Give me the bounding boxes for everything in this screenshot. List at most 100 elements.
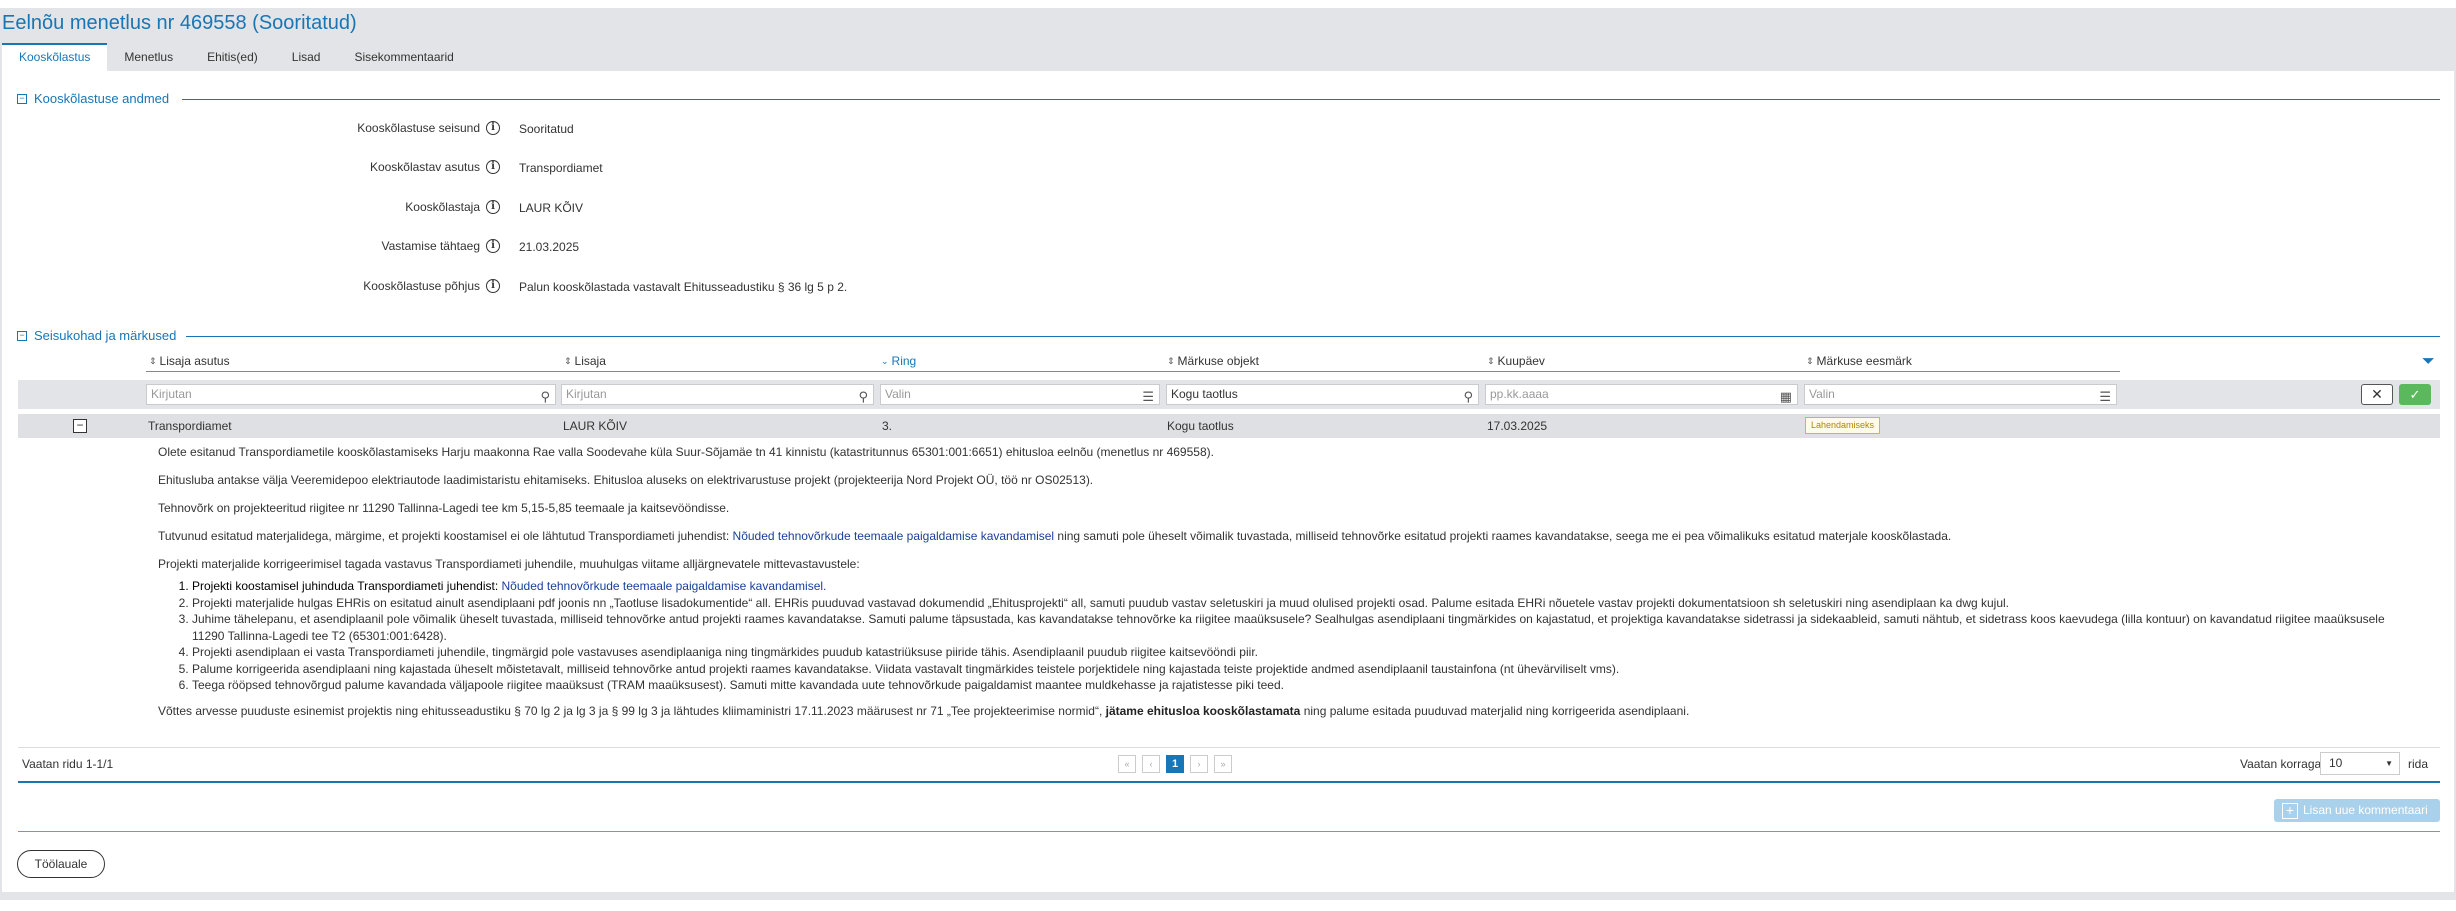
list-item: Projekti asendiplaan ei vasta Transpordi… <box>192 644 2398 661</box>
remarks-section-title: Seisukohad ja märkused <box>34 328 177 343</box>
table-row[interactable]: − Transpordiamet LAUR KÕIV 3. Kogu taotl… <box>18 414 2440 438</box>
column-header-markuse-objekt[interactable]: ⇕ Märkuse objekt <box>1167 354 1259 368</box>
prev-page-button[interactable]: ‹ <box>1142 755 1160 773</box>
comment-paragraph: Olete esitanud Transpordiametile kooskõl… <box>158 445 1214 459</box>
field-label-asutus: Kooskõlastav asutus i <box>100 160 500 174</box>
list-icon[interactable]: ☰ <box>1142 387 1154 406</box>
comment-paragraph: Tutvunud esitatud materjalidega, märgime… <box>158 529 1952 543</box>
page-title: Eelnõu menetlus nr 469558 (Sooritatud) <box>2 12 357 34</box>
close-icon: ✕ <box>2371 386 2383 402</box>
list-item: Projekti koostamisel juhinduda Transpord… <box>192 578 2398 595</box>
guideline-link[interactable]: Nõuded tehnovõrkude teemaale paigaldamis… <box>502 579 827 593</box>
tab-bar: Kooskõlastus Menetlus Ehitis(ed) Lisad S… <box>2 43 471 71</box>
comment-paragraph: Tehnovõrk on projekteeritud riigitee nr … <box>158 501 730 515</box>
back-to-dashboard-button[interactable]: Töölauale <box>17 850 105 878</box>
page-button-current[interactable]: 1 <box>1166 755 1184 773</box>
sort-icon: ⇕ <box>149 355 157 366</box>
chevron-down-icon: ▼ <box>2385 759 2393 768</box>
per-page-suffix: rida <box>2408 757 2429 771</box>
sort-icon: ⇕ <box>1806 355 1814 366</box>
apply-filters-button[interactable]: ✓ <box>2399 384 2431 405</box>
details-section-title: Kooskõlastuse andmed <box>34 91 170 106</box>
comment-paragraph: Projekti materjalide korrigeerimisel tag… <box>158 557 860 571</box>
filter-markuse-eesmark[interactable]: Valin ☰ <box>1804 384 2117 405</box>
cell-ring: 3. <box>882 419 893 433</box>
first-page-button[interactable]: « <box>1118 755 1136 773</box>
sort-icon: ⇕ <box>1167 355 1175 366</box>
remarks-section-header[interactable]: − Seisukohad ja märkused <box>17 328 176 343</box>
next-page-button[interactable]: › <box>1190 755 1208 773</box>
sort-icon: ⇕ <box>564 355 572 366</box>
info-icon[interactable]: i <box>486 239 500 253</box>
details-section-header[interactable]: − Kooskõlastuse andmed <box>17 91 169 106</box>
footer-rule <box>18 831 2440 832</box>
calendar-icon[interactable]: ▦ <box>1780 387 1792 406</box>
search-icon[interactable]: ⚲ <box>858 387 868 406</box>
filter-lisaja[interactable]: Kirjutan ⚲ <box>561 384 874 405</box>
pager-divider <box>18 747 2440 748</box>
cell-lisaja: LAUR KÕIV <box>563 419 628 433</box>
filter-ring[interactable]: Valin ☰ <box>880 384 1160 405</box>
collapse-icon[interactable]: − <box>17 93 27 104</box>
field-value-tahtaeg: 21.03.2025 <box>519 240 580 254</box>
section-divider <box>182 99 2440 100</box>
search-icon[interactable]: ⚲ <box>540 387 550 406</box>
info-icon[interactable]: i <box>486 160 500 174</box>
field-value-asutus: Transpordiamet <box>519 161 603 175</box>
sort-icon: ⇕ <box>1487 355 1495 366</box>
last-page-button[interactable]: » <box>1214 755 1232 773</box>
column-header-kuupaev[interactable]: ⇕ Kuupäev <box>1487 354 1545 368</box>
field-value-kooskolastaja: LAUR KÕIV <box>519 201 584 215</box>
field-label-tahtaeg: Vastamise tähtaeg i <box>100 239 500 253</box>
collapse-row-icon[interactable]: − <box>73 419 87 433</box>
remark-comment: Olete esitanud Transpordiametile kooskõl… <box>158 444 2398 731</box>
list-item: Palume korrigeerida asendiplaani ning ka… <box>192 661 2398 678</box>
filter-bar: Kirjutan ⚲ Kirjutan ⚲ Valin ☰ Kogu taotl… <box>18 380 2440 409</box>
table-bottom-rule <box>18 781 2440 783</box>
plus-icon: + <box>2282 802 2298 819</box>
list-item: Teega rööpsed tehnovõrgud palume kavanda… <box>192 677 2398 694</box>
search-icon[interactable]: ⚲ <box>1463 387 1473 406</box>
per-page-label: Vaatan korraga <box>2240 757 2322 771</box>
add-comment-button[interactable]: + Lisan uue kommentaari <box>2274 799 2440 822</box>
list-item: Projekti materjalide hulgas EHRis on esi… <box>192 595 2398 612</box>
column-header-lisaja-asutus[interactable]: ⇕ Lisaja asutus <box>149 354 230 368</box>
cell-lisaja-asutus: Transpordiamet <box>148 419 232 433</box>
status-badge: Lahendamiseks <box>1805 417 1881 434</box>
guideline-link[interactable]: Nõuded tehnovõrkude teemaale paigaldamis… <box>733 529 1055 543</box>
info-icon[interactable]: i <box>486 279 500 293</box>
filter-kuupaev[interactable]: pp.kk.aaaa ▦ <box>1485 384 1798 405</box>
check-icon: ✓ <box>2409 387 2421 402</box>
collapse-icon[interactable]: − <box>17 330 27 341</box>
filter-markuse-objekt[interactable]: Kogu taotlus ⚲ <box>1166 384 1479 405</box>
field-value-seisund: Sooritatud <box>519 122 574 136</box>
tab-lisad[interactable]: Lisad <box>275 43 338 71</box>
tab-sisekommentaarid[interactable]: Sisekommentaarid <box>337 43 470 71</box>
field-label-seisund: Kooskõlastuse seisund i <box>100 121 500 135</box>
info-icon[interactable]: i <box>486 121 500 135</box>
column-header-markuse-eesmark[interactable]: ⇕ Märkuse eesmärk <box>1806 354 1912 368</box>
section-divider <box>186 336 2440 337</box>
column-header-ring[interactable]: ⌄ Ring <box>881 354 916 368</box>
top-strip <box>0 0 2456 8</box>
filter-icon[interactable]: ⏷ <box>2422 353 2435 371</box>
cell-markuse-objekt: Kogu taotlus <box>1167 419 1234 433</box>
emphasis-text: projekti koostamisel ei ole lähtutud Tra… <box>401 529 733 543</box>
clear-filters-button[interactable]: ✕ <box>2361 384 2393 405</box>
header-underline <box>146 371 2120 372</box>
cell-kuupaev: 17.03.2025 <box>1487 419 1548 433</box>
info-icon[interactable]: i <box>486 200 500 214</box>
list-icon[interactable]: ☰ <box>2099 387 2111 406</box>
comment-paragraph: Ehitusluba antakse välja Veeremidepoo el… <box>158 473 1094 487</box>
pager-info: Vaatan ridu 1-1/1 <box>22 757 114 771</box>
tab-ehitised[interactable]: Ehitis(ed) <box>190 43 275 71</box>
column-header-lisaja[interactable]: ⇕ Lisaja <box>564 354 606 368</box>
filter-lisaja-asutus[interactable]: Kirjutan ⚲ <box>146 384 556 405</box>
field-value-pohjus: Palun kooskõlastada vastavalt Ehitussead… <box>519 280 848 294</box>
deficiency-list: Projekti koostamisel juhinduda Transpord… <box>192 578 2398 694</box>
tab-menetlus[interactable]: Menetlus <box>107 43 190 71</box>
field-label-pohjus: Kooskõlastuse põhjus i <box>100 279 500 293</box>
list-item: Juhime tähelepanu, et asendiplaanil pole… <box>192 611 2398 644</box>
tab-kooskolastus[interactable]: Kooskõlastus <box>2 43 108 71</box>
per-page-select[interactable]: 10 ▼ <box>2320 752 2400 775</box>
